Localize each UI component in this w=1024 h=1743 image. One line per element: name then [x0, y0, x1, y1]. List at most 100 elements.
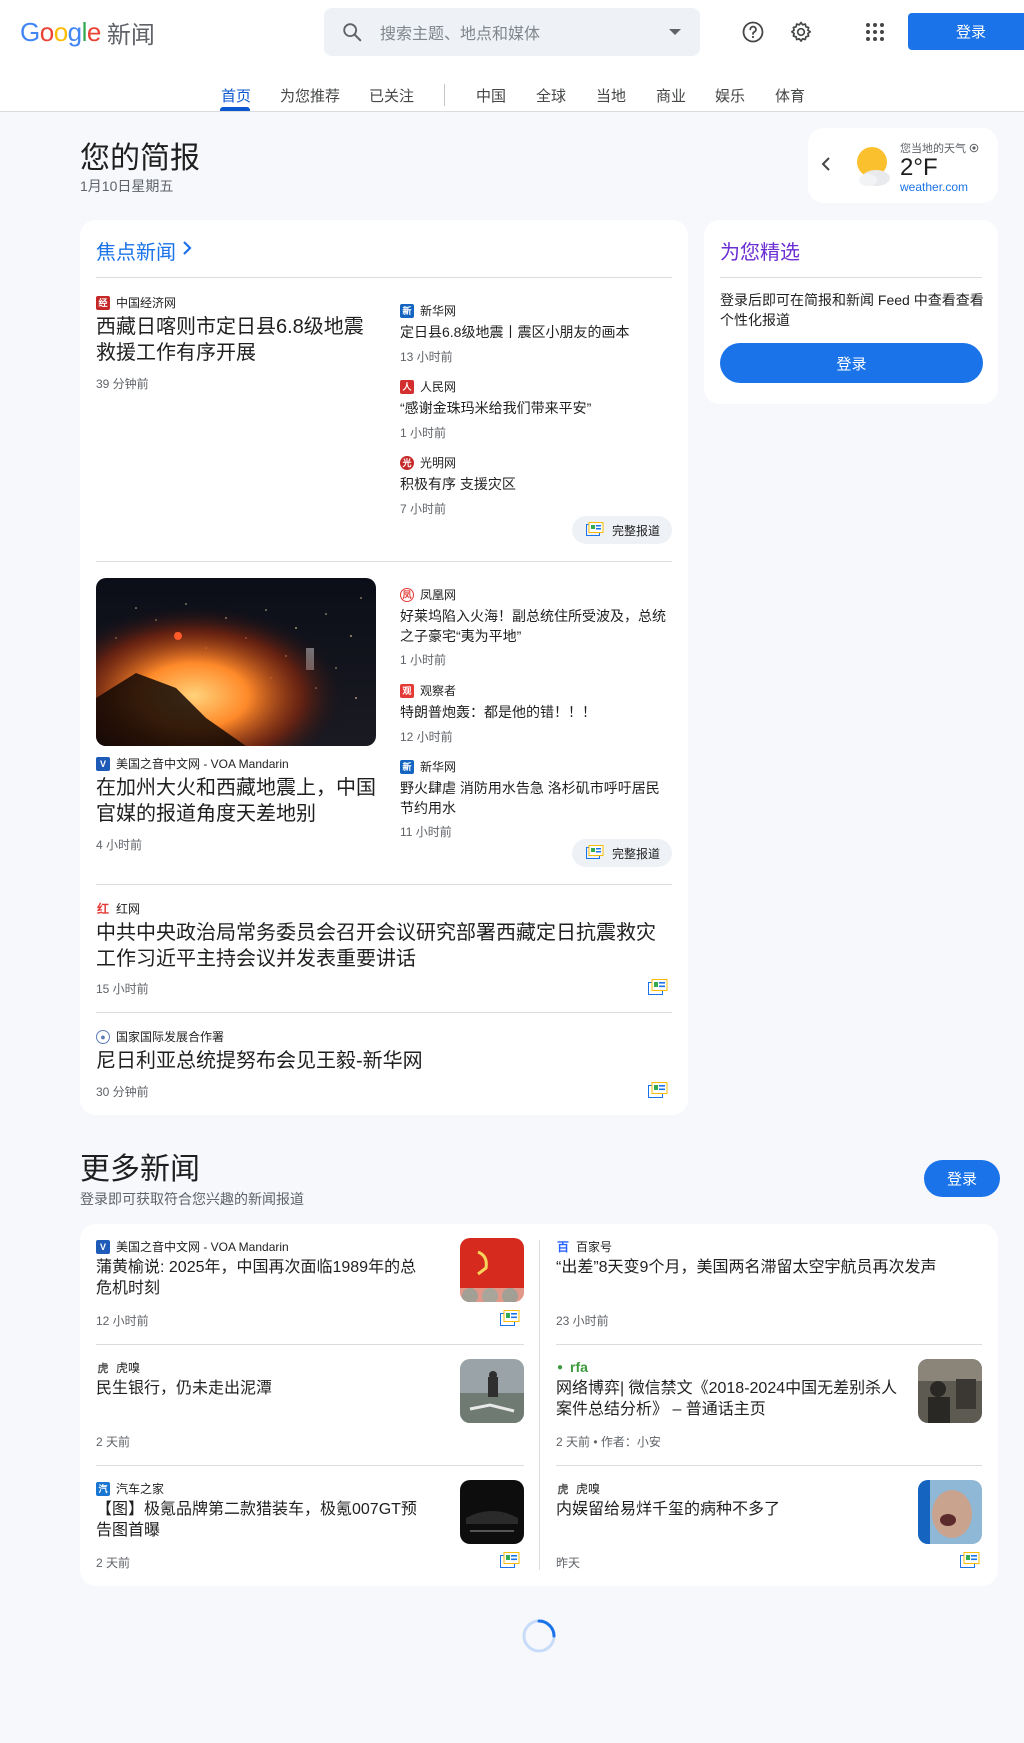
article-time: 4 小时前	[96, 838, 143, 852]
weather-temperature: 2°F	[900, 154, 938, 181]
sign-in-button[interactable]: 登录	[908, 13, 1024, 50]
article-thumbnail-image[interactable]	[460, 1480, 524, 1544]
source-label: ● rfa	[556, 1359, 588, 1375]
full-coverage-button[interactable]: 完整报道	[572, 516, 672, 544]
article-time: 7 小时前	[400, 502, 447, 516]
divider	[96, 1465, 524, 1466]
search-options-dropdown-icon[interactable]	[650, 28, 700, 36]
headline-link[interactable]: 网络博弈| 微信禁文《2018-2024中国无差别杀人案件总结分析》 – 普通话…	[556, 1379, 902, 1421]
article-time: 39 分钟前	[96, 377, 149, 391]
headline-link[interactable]: “感谢金珠玛米给我们带来平安”	[400, 398, 672, 418]
article-thumbnail-image[interactable]	[460, 1238, 524, 1302]
full-coverage-icon	[586, 521, 604, 539]
briefing-title: 您的简报	[80, 142, 200, 175]
article-time: 15 小时前	[96, 982, 149, 996]
tab-china[interactable]: 中国	[476, 85, 506, 106]
tab-business[interactable]: 商业	[656, 85, 686, 106]
headline-link[interactable]: 内娱留给易烊千玺的病种不多了	[556, 1500, 902, 1521]
headline-link[interactable]: 民生银行，仍未走出泥潭	[96, 1379, 426, 1400]
source-label: 新 新华网	[400, 758, 456, 775]
picks-sign-in-button[interactable]: 登录	[720, 343, 983, 383]
headline-link[interactable]: 积极有序 支援灾区	[400, 474, 672, 494]
tab-home[interactable]: 首页	[221, 85, 251, 106]
headline-link[interactable]: “出差”8天变9个月，美国两名滞留太空宇航员再次发声	[556, 1258, 976, 1279]
settings-gear-icon[interactable]	[783, 14, 819, 50]
source-name: 光明网	[420, 456, 457, 470]
logo-letter: g	[67, 16, 82, 47]
wildfire-night-image[interactable]	[96, 578, 376, 746]
help-icon[interactable]	[735, 14, 771, 50]
article-thumbnail-image[interactable]	[918, 1480, 982, 1544]
divider	[96, 1344, 524, 1345]
google-news-logo[interactable]: Google 新闻	[20, 16, 155, 49]
top-stories-heading-text: 焦点新闻	[96, 242, 176, 264]
full-coverage-label: 完整报道	[612, 846, 661, 861]
headline-link[interactable]: 西藏日喀则市定日县6.8级地震救援工作有序开展	[96, 314, 372, 366]
logo-letter: o	[53, 16, 68, 47]
headline-link[interactable]: 蒲黄榆说: 2025年，中国再次面临1989年的总危机时刻	[96, 1258, 426, 1300]
logo-letter: e	[86, 16, 101, 47]
briefing-date: 1月10日星期五	[80, 178, 174, 194]
search-input[interactable]: 搜索主题、地点和媒体	[380, 20, 650, 44]
source-label: 光 光明网	[400, 454, 456, 471]
tab-world[interactable]: 全球	[536, 85, 566, 106]
tab-entertainment[interactable]: 娱乐	[715, 85, 745, 106]
headline-link[interactable]: 在加州大火和西藏地震上，中国官媒的报道角度天差地别	[96, 775, 376, 827]
source-logo-icon: 经	[96, 295, 110, 310]
source-name: 虎嗅	[576, 1482, 601, 1496]
source-label: 观 观察者	[400, 682, 456, 699]
tab-local[interactable]: 当地	[596, 85, 626, 106]
source-logo-icon: 虎	[556, 1481, 570, 1496]
full-coverage-button[interactable]: 完整报道	[572, 839, 672, 867]
more-news-sign-in-button[interactable]: 登录	[924, 1160, 1000, 1197]
full-coverage-icon[interactable]	[648, 1082, 668, 1098]
article-thumbnail-image[interactable]	[918, 1359, 982, 1423]
apps-grid-icon[interactable]	[857, 14, 893, 50]
article-time: 1 小时前	[400, 653, 447, 667]
headline-link[interactable]: 好莱坞陷入火海！副总统住所受波及，总统之子豪宅“夷为平地”	[400, 606, 672, 647]
tab-for-you[interactable]: 为您推荐	[280, 85, 340, 106]
source-label: 虎 虎嗅	[556, 1480, 600, 1497]
full-coverage-icon[interactable]	[500, 1310, 520, 1326]
source-name: 凤凰网	[420, 588, 457, 602]
top-stories-heading[interactable]: 焦点新闻	[96, 236, 192, 265]
section-nav: 首页 为您推荐 已关注 中国 全球 当地 商业 娱乐 体育	[0, 76, 1024, 112]
tab-following[interactable]: 已关注	[369, 85, 414, 106]
weather-source-link[interactable]: weather.com	[900, 180, 968, 194]
headline-link[interactable]: 野火肆虐 消防用水告急 洛杉矶市呼吁居民节约用水	[400, 778, 672, 819]
chevron-right-icon	[182, 239, 192, 262]
source-name: 人民网	[420, 380, 457, 394]
headline-link[interactable]: 特朗普炮轰：都是他的错！！！	[400, 702, 672, 722]
divider	[556, 1344, 982, 1345]
partly-sunny-icon	[850, 142, 894, 195]
search-box[interactable]: 搜索主题、地点和媒体	[324, 8, 700, 56]
headline-link[interactable]: 中共中央政治局常务委员会召开会议研究部署西藏定日抗震救灾工作习近平主持会议并发表…	[96, 920, 672, 972]
source-label: V 美国之音中文网 - VOA Mandarin	[96, 1238, 289, 1255]
divider	[96, 1012, 672, 1013]
more-news-card: V 美国之音中文网 - VOA Mandarin 蒲黄榆说: 2025年，中国再…	[80, 1224, 998, 1586]
headline-link[interactable]: 定日县6.8级地震丨震区小朋友的画本	[400, 322, 672, 342]
full-coverage-icon[interactable]	[960, 1552, 980, 1568]
source-name: 国家国际发展合作署	[116, 1030, 225, 1044]
source-name: 百家号	[576, 1240, 613, 1254]
full-coverage-icon	[586, 844, 604, 862]
source-label: 百 百家号	[556, 1238, 612, 1255]
source-logo-icon: 新	[400, 303, 414, 318]
search-icon[interactable]	[324, 21, 380, 43]
weather-widget[interactable]: 您当地的天气 2°F weather.com	[808, 128, 998, 203]
source-name: 汽车之家	[116, 1482, 165, 1496]
source-name: rfa	[570, 1359, 588, 1375]
headline-link[interactable]: 尼日利亚总统提努布会见王毅-新华网	[96, 1048, 672, 1074]
picks-description: 登录后即可在简报和新闻 Feed 中查看查看个性化报道	[720, 292, 984, 329]
logo-letter: o	[39, 16, 54, 47]
tab-sports[interactable]: 体育	[775, 85, 805, 106]
headline-link[interactable]: 【图】极氪品牌第二款猎装车，极氪007GT预告图首曝	[96, 1500, 426, 1542]
full-coverage-icon[interactable]	[500, 1552, 520, 1568]
chevron-left-icon[interactable]	[816, 154, 836, 174]
article-thumbnail-image[interactable]	[460, 1359, 524, 1423]
full-coverage-icon[interactable]	[648, 979, 668, 995]
source-label: 凤 凤凰网	[400, 586, 456, 603]
article-time: 1 小时前	[400, 426, 447, 440]
article-time: 12 小时前	[96, 1314, 149, 1328]
source-name: 虎嗅	[116, 1361, 141, 1375]
